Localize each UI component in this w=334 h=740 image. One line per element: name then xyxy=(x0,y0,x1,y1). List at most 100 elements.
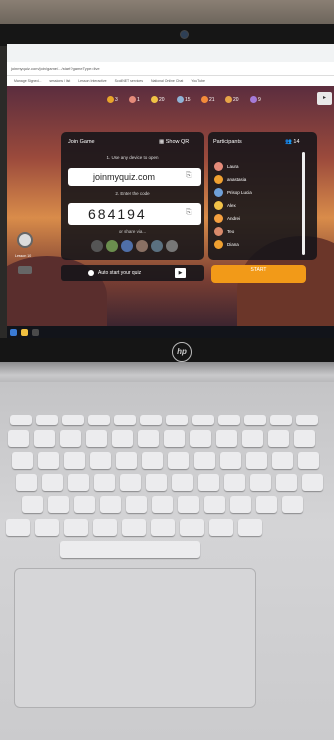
keyboard-key[interactable] xyxy=(138,430,159,447)
bookmark-item[interactable]: ScoilNET services xyxy=(115,76,143,86)
start-menu-icon[interactable] xyxy=(10,329,17,336)
keyboard-key[interactable] xyxy=(22,496,43,513)
chrome-icon[interactable] xyxy=(32,329,39,336)
keyboard-key[interactable] xyxy=(6,519,30,536)
keyboard-key[interactable] xyxy=(90,452,111,469)
webcam-icon xyxy=(180,30,189,39)
keyboard-key[interactable] xyxy=(34,430,55,447)
keyboard-key[interactable] xyxy=(272,452,293,469)
keyboard-key[interactable] xyxy=(230,496,251,513)
keyboard-key[interactable] xyxy=(294,430,315,447)
keyboard-key[interactable] xyxy=(100,496,121,513)
keyboard-key[interactable] xyxy=(64,452,85,469)
show-qr-button[interactable]: ▦ Show QR xyxy=(159,139,189,145)
auto-start-play-icon[interactable]: ▶ xyxy=(175,268,186,278)
trackpad[interactable] xyxy=(14,568,256,708)
keyboard-key[interactable] xyxy=(180,519,204,536)
host-avatar[interactable] xyxy=(17,232,33,248)
menu-button[interactable]: ▸ xyxy=(317,92,332,105)
keyboard-key[interactable] xyxy=(120,474,141,491)
spacebar-key[interactable] xyxy=(60,541,200,558)
game-code-box[interactable]: 684194 ⎘ xyxy=(68,203,201,225)
keyboard-key[interactable] xyxy=(250,474,271,491)
keyboard-key[interactable] xyxy=(244,415,266,425)
keyboard-key[interactable] xyxy=(256,496,277,513)
keyboard-key[interactable] xyxy=(62,415,84,425)
keyboard-key[interactable] xyxy=(296,415,318,425)
keyboard-key[interactable] xyxy=(93,519,117,536)
keyboard-key[interactable] xyxy=(126,496,147,513)
share-classroom-icon[interactable] xyxy=(106,240,118,252)
keyboard-key[interactable] xyxy=(190,430,211,447)
keyboard-key[interactable] xyxy=(192,415,214,425)
keyboard-key[interactable] xyxy=(298,452,319,469)
keyboard-key[interactable] xyxy=(146,474,167,491)
keyboard-key[interactable] xyxy=(112,430,133,447)
keyboard-key[interactable] xyxy=(74,496,95,513)
share-link-icon[interactable] xyxy=(91,240,103,252)
keyboard-key[interactable] xyxy=(282,496,303,513)
keyboard-key[interactable] xyxy=(88,415,110,425)
keyboard-key[interactable] xyxy=(164,430,185,447)
share-teams-icon[interactable] xyxy=(121,240,133,252)
keyboard-key[interactable] xyxy=(60,430,81,447)
bookmark-item[interactable]: National Online Chat xyxy=(151,76,183,86)
keyboard-key[interactable] xyxy=(302,474,323,491)
share-more-icon[interactable] xyxy=(166,240,178,252)
copy-icon[interactable]: ⎘ xyxy=(186,172,192,180)
powerup-icon xyxy=(107,96,114,104)
keyboard-key[interactable] xyxy=(152,496,173,513)
keyboard-key[interactable] xyxy=(64,519,88,536)
keyboard-key[interactable] xyxy=(209,519,233,536)
keyboard-key[interactable] xyxy=(268,430,289,447)
laptop-top-bezel xyxy=(0,24,334,46)
keyboard-key[interactable] xyxy=(270,415,292,425)
keyboard-key[interactable] xyxy=(68,474,89,491)
start-button[interactable]: START xyxy=(211,265,306,283)
keyboard-key[interactable] xyxy=(86,430,107,447)
bookmark-item[interactable]: Manage Signed... xyxy=(14,76,41,86)
keyboard-key[interactable] xyxy=(8,430,29,447)
keyboard-key[interactable] xyxy=(246,452,267,469)
copy-icon[interactable]: ⎘ xyxy=(186,209,192,217)
keyboard-key[interactable] xyxy=(276,474,297,491)
keyboard-key[interactable] xyxy=(218,415,240,425)
keyboard-key[interactable] xyxy=(166,415,188,425)
share-remind-icon[interactable] xyxy=(136,240,148,252)
keyboard-key[interactable] xyxy=(194,452,215,469)
keyboard-key[interactable] xyxy=(216,430,237,447)
keyboard-key[interactable] xyxy=(220,452,241,469)
keyboard-key[interactable] xyxy=(38,452,59,469)
keyboard-key[interactable] xyxy=(242,430,263,447)
keyboard-key[interactable] xyxy=(12,452,33,469)
keyboard-key[interactable] xyxy=(10,415,32,425)
bookmark-item[interactable]: Lesson Interactive xyxy=(78,76,106,86)
keyboard-key[interactable] xyxy=(122,519,146,536)
keyboard-key[interactable] xyxy=(238,519,262,536)
keyboard-key[interactable] xyxy=(168,452,189,469)
keyboard-key[interactable] xyxy=(116,452,137,469)
join-url-box[interactable]: joinmyquiz.com ⎘ xyxy=(68,168,201,186)
share-email-icon[interactable] xyxy=(151,240,163,252)
keyboard-key[interactable] xyxy=(198,474,219,491)
bookmark-item[interactable]: sessions / list xyxy=(49,76,70,86)
keyboard-key[interactable] xyxy=(204,496,225,513)
keyboard-key[interactable] xyxy=(142,452,163,469)
explorer-icon[interactable] xyxy=(21,329,28,336)
keyboard-key[interactable] xyxy=(42,474,63,491)
keyboard-key[interactable] xyxy=(178,496,199,513)
address-bar[interactable]: joinmyquiz.com/join/game/.../start?gameT… xyxy=(7,62,334,76)
keyboard-key[interactable] xyxy=(140,415,162,425)
keyboard-key[interactable] xyxy=(36,415,58,425)
keyboard-key[interactable] xyxy=(35,519,59,536)
auto-start-radio[interactable] xyxy=(88,270,94,276)
bookmark-item[interactable]: YouTube xyxy=(191,76,205,86)
keyboard-key[interactable] xyxy=(48,496,69,513)
keyboard-key[interactable] xyxy=(151,519,175,536)
participants-scrollbar[interactable] xyxy=(302,152,305,255)
keyboard-key[interactable] xyxy=(114,415,136,425)
keyboard-key[interactable] xyxy=(224,474,245,491)
keyboard-key[interactable] xyxy=(172,474,193,491)
keyboard-key[interactable] xyxy=(16,474,37,491)
keyboard-key[interactable] xyxy=(94,474,115,491)
